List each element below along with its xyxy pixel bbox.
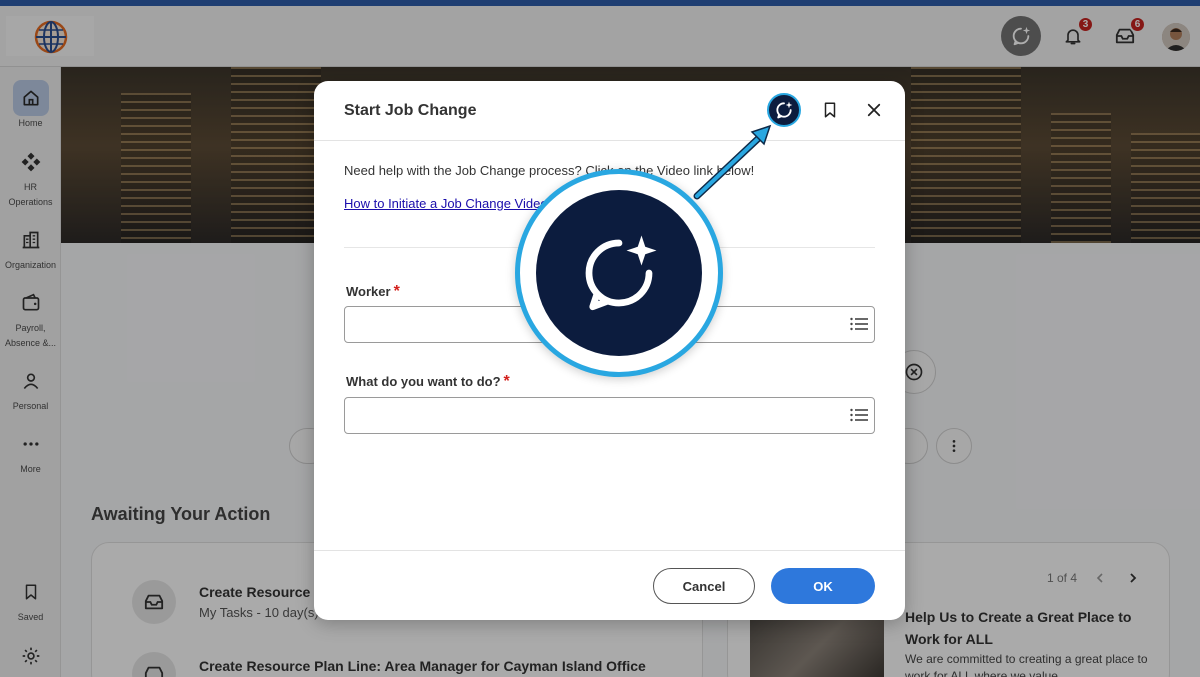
worker-field-label: Worker * (346, 283, 400, 300)
assistant-button[interactable] (767, 93, 801, 127)
dialog-title: Start Job Change (344, 102, 477, 119)
list-icon[interactable] (850, 408, 868, 422)
dialog-header-divider (314, 140, 905, 141)
help-video-link[interactable]: How to Initiate a Job Change Video (344, 196, 548, 211)
list-icon[interactable] (850, 317, 868, 331)
close-icon (867, 103, 881, 117)
bookmark-button[interactable] (813, 93, 847, 127)
close-button[interactable] (857, 93, 891, 127)
ok-button[interactable]: OK (771, 568, 875, 604)
what-to-do-input[interactable] (344, 397, 875, 434)
assistant-zoom-callout (515, 169, 723, 377)
cancel-button[interactable]: Cancel (653, 568, 755, 604)
bookmark-icon (824, 102, 836, 118)
help-text: Need help with the Job Change process? C… (344, 163, 755, 178)
chat-sparkle-icon (585, 235, 657, 311)
what-to-do-field-label: What do you want to do? * (346, 373, 510, 390)
required-marker: * (503, 373, 510, 390)
required-marker: * (393, 283, 400, 300)
dialog-footer-divider (314, 550, 905, 551)
chat-sparkle-icon (776, 101, 793, 119)
